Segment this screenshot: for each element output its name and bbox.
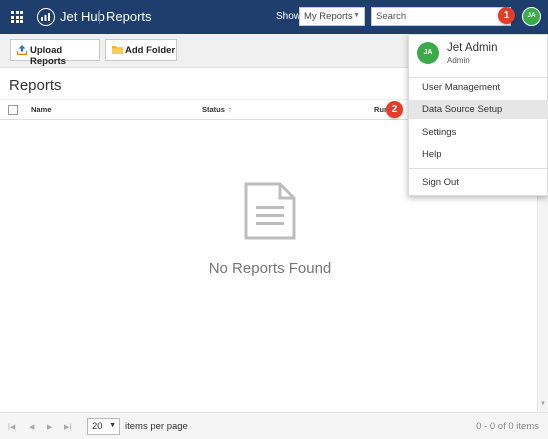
menu-divider (409, 168, 548, 169)
next-page-icon[interactable]: ▶ (47, 423, 52, 431)
item-count-label: 0 - 0 of 0 items (476, 421, 539, 432)
user-profile-header: JA Jet Admin Admin (409, 35, 548, 72)
column-header-status[interactable]: Status ↑ (202, 105, 232, 114)
menu-avatar: JA (417, 42, 439, 64)
search-input[interactable] (371, 7, 511, 26)
title-divider (99, 10, 100, 24)
items-per-page-label: items per page (125, 421, 188, 432)
column-header-name[interactable]: Name (31, 105, 51, 114)
document-icon (244, 182, 296, 245)
page-size-select[interactable]: 20 ▼ (87, 418, 120, 435)
page-title: Reports (9, 77, 62, 94)
upload-reports-label: Upload Reports (30, 45, 66, 67)
app-launcher-grid-icon[interactable] (11, 11, 23, 23)
add-folder-label: Add Folder (125, 45, 176, 56)
menu-item-settings[interactable]: Settings (409, 123, 548, 142)
jet-hub-logo-icon (37, 8, 55, 26)
select-all-checkbox[interactable] (8, 105, 18, 115)
reports-table-header: Name Status ↑ Run (0, 99, 408, 120)
step-badge-1: 1 (498, 7, 515, 24)
folder-icon (112, 45, 123, 57)
previous-page-icon[interactable]: ◀ (29, 423, 34, 431)
menu-item-sign-out[interactable]: Sign Out (409, 173, 548, 192)
chevron-down-icon: ▼ (109, 422, 116, 429)
show-label: Show (276, 11, 302, 22)
menu-item-data-source-setup[interactable]: Data Source Setup (409, 100, 548, 119)
show-filter-value: My Reports (304, 11, 353, 22)
menu-item-user-management[interactable]: User Management (409, 78, 548, 97)
step-badge-2: 2 (386, 101, 403, 118)
first-page-icon[interactable]: |◀ (8, 423, 15, 431)
empty-state-message: No Reports Found (208, 260, 332, 277)
pagination-bar: |◀ ◀ ▶ ▶| 20 ▼ items per page 0 - 0 of 0… (0, 412, 548, 439)
user-avatar-button[interactable]: JA (522, 7, 541, 26)
user-name: Jet Admin (447, 42, 498, 54)
menu-item-help[interactable]: Help (409, 145, 548, 164)
page-size-value: 20 (92, 421, 103, 432)
user-role: Admin (447, 56, 470, 65)
chevron-down-icon: ▼ (353, 12, 360, 19)
show-filter-select[interactable]: My Reports ▼ (299, 7, 365, 26)
last-page-icon[interactable]: ▶| (64, 423, 71, 431)
sort-ascending-icon: ↑ (227, 105, 232, 114)
top-navigation-bar: Jet Hub Reports Show My Reports ▼ JA (0, 0, 548, 34)
add-folder-button[interactable]: Add Folder (105, 39, 177, 61)
scroll-down-icon[interactable]: ▼ (540, 401, 546, 407)
column-header-status-label: Status (202, 105, 225, 114)
user-dropdown-menu: JA Jet Admin Admin User Management Data … (408, 34, 548, 196)
section-title: Reports (106, 9, 152, 24)
upload-icon (16, 45, 28, 58)
upload-reports-button[interactable]: Upload Reports (10, 39, 100, 67)
